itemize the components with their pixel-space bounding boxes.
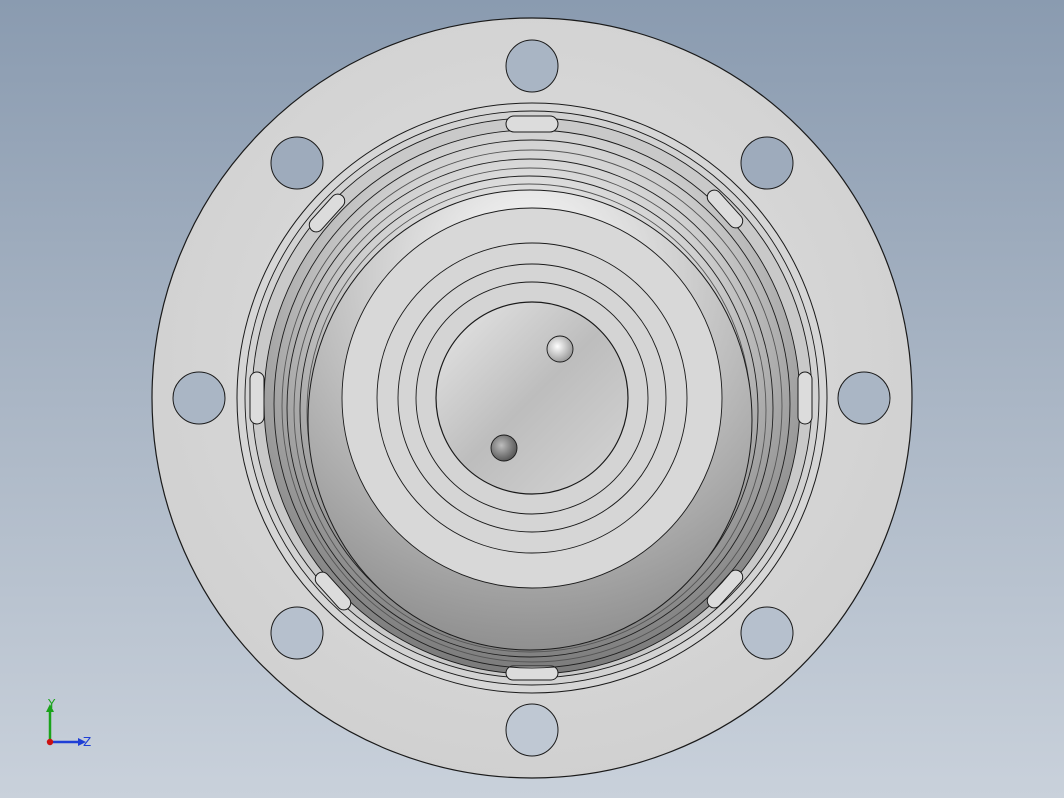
axis-z-label: Z — [83, 735, 92, 749]
reference-triad: Y Z — [36, 696, 106, 756]
axis-y-label: Y — [48, 697, 56, 711]
3d-model-view[interactable] — [0, 0, 1064, 798]
bolt-hole[interactable] — [172, 371, 226, 425]
bolt-hole[interactable] — [270, 606, 324, 660]
center-disk[interactable] — [435, 301, 629, 495]
clip-top[interactable] — [505, 115, 559, 133]
triad-graphic — [46, 704, 86, 746]
clip-right[interactable] — [797, 371, 813, 425]
bolt-hole[interactable] — [740, 606, 794, 660]
bolt-hole[interactable] — [740, 136, 794, 190]
pin-dark[interactable] — [490, 434, 518, 462]
bolt-hole[interactable] — [505, 39, 559, 93]
graphics-viewport[interactable]: Y Z — [0, 0, 1064, 798]
clip-left[interactable] — [249, 371, 265, 425]
bolt-hole[interactable] — [505, 703, 559, 757]
bolt-hole[interactable] — [270, 136, 324, 190]
bolt-hole[interactable] — [837, 371, 891, 425]
pin-light[interactable] — [546, 335, 574, 363]
